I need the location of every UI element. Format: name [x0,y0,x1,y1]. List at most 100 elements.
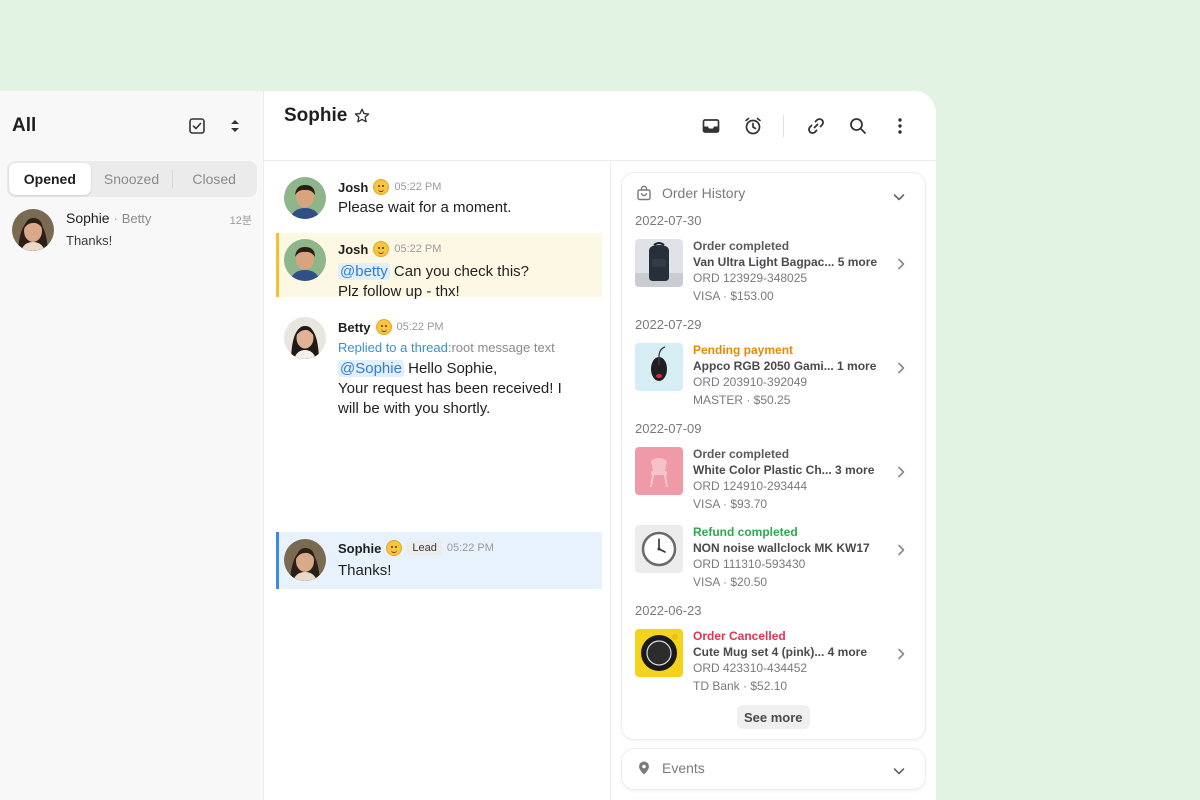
chevron-right-icon [895,361,907,380]
map-pin-icon [639,761,649,775]
thread-root-text: root message text [451,340,555,355]
card-title: Events [662,760,705,776]
product-thumbnail [635,629,683,677]
order-id: ORD 111310-593430 [693,557,806,571]
message-text: Thanks! [338,562,392,579]
order-status: Order Cancelled [693,629,786,643]
product-thumbnail [635,447,683,495]
message[interactable]: Betty 05:22 PM Replied to a thread:root … [276,311,602,423]
more-vertical-icon[interactable] [890,116,910,136]
events-header[interactable]: Events [636,760,705,776]
order-id: ORD 124910-293444 [693,479,808,493]
sort-icon[interactable] [225,116,245,136]
message-author: Josh [338,179,369,195]
conversation-area: Sophie Josh 05:22 PM Please wait for a m… [264,91,936,800]
message-line: Plz follow up - thx! [338,283,460,300]
order-item[interactable]: Order completed Van Ultra Light Bagpac..… [635,239,915,309]
smile-emoji-icon [386,540,403,556]
order-product: Van Ultra Light Bagpac... 5 more [693,255,878,269]
order-product: NON noise wallclock MK KW17 [693,541,870,555]
thread-reference[interactable]: Replied to a thread:root message text [338,338,562,358]
order-date: 2022-07-09 [635,421,702,436]
mention-tag[interactable]: @Sophie [338,360,404,377]
message-line: will be with you shortly. [338,400,491,417]
link-icon[interactable] [806,116,826,136]
order-payment: VISA · $20.50 [693,575,768,589]
message-author: Josh [338,241,369,257]
order-product: Appco RGB 2050 Gami... 1 more [693,359,877,373]
search-icon[interactable] [848,116,868,136]
order-item[interactable]: Pending payment Appco RGB 2050 Gami... 1… [635,343,915,413]
avatar [284,539,326,581]
message-text: @betty Can you check this? Plz follow up… [338,262,529,302]
avatar [284,317,326,359]
star-icon[interactable] [352,106,372,126]
status-tabs: Opened Snoozed Closed [7,161,257,197]
desk-window: All Opened Snoozed Closed Sophie · Betty… [0,91,936,800]
inbox-icon[interactable] [701,116,721,136]
checkbox-icon[interactable] [187,116,207,136]
order-date: 2022-07-30 [635,213,702,228]
order-history-card: Order History 2022-07-30 Order completed… [622,173,925,739]
events-card[interactable]: Events [622,749,925,789]
order-date: 2022-07-29 [635,317,702,332]
chevron-right-icon [895,465,907,484]
role-badge: Lead [407,541,442,555]
order-status: Order completed [693,239,790,253]
order-payment: VISA · $93.70 [693,497,768,511]
assignee-name: Betty [121,211,152,226]
chevron-down-icon[interactable] [889,761,909,781]
chat-list-panel: All Opened Snoozed Closed Sophie · Betty… [0,91,264,800]
product-thumbnail [635,343,683,391]
order-status: Order completed [693,447,790,461]
tab-opened[interactable]: Opened [9,163,91,195]
chat-title: Sophie · Betty [66,210,151,226]
message-time: 05:22 PM [394,243,442,255]
order-item[interactable]: Refund completed NON noise wallclock MK … [635,525,915,595]
message-time: 05:22 PM [394,181,442,193]
product-thumbnail [635,525,683,573]
conversation-title: Sophie [284,105,348,126]
order-product: Cute Mug set 4 (pink)... 4 more [693,645,868,659]
header-divider [783,115,784,137]
list-item[interactable]: Sophie · Betty 12분 Thanks! [0,206,264,258]
message[interactable]: Josh 05:22 PM @betty Can you check this?… [276,233,602,300]
thread-reply-link[interactable]: Replied to a thread: [338,340,451,355]
tab-snoozed[interactable]: Snoozed [91,163,173,195]
avatar [284,177,326,219]
message[interactable]: Josh 05:22 PM Please wait for a moment. [276,171,602,223]
order-product: White Color Plastic Ch... 3 more [693,463,875,477]
message-text: Please wait for a moment. [338,199,512,216]
message[interactable]: Sophie Lead 05:22 PM Thanks! [276,532,602,589]
alarm-icon[interactable] [743,116,763,136]
order-status: Refund completed [693,525,798,539]
chevron-right-icon [895,543,907,562]
mention-tag[interactable]: @betty [338,263,390,280]
product-thumbnail [635,239,683,287]
message-time: 05:22 PM [396,321,444,333]
order-payment: TD Bank · $52.10 [693,679,788,693]
customer-info-panel: Order History 2022-07-30 Order completed… [611,161,936,800]
order-history-header[interactable]: Order History [636,185,745,201]
chevron-right-icon [895,257,907,276]
smile-emoji-icon [373,179,390,195]
smile-emoji-icon [373,241,390,257]
order-date: 2022-06-23 [635,603,702,618]
see-more-button[interactable]: See more [737,705,810,729]
message-text: Replied to a thread:root message text @S… [338,338,562,419]
order-payment: MASTER · $50.25 [693,393,791,407]
order-id: ORD 423310-434452 [693,661,808,675]
order-item[interactable]: Order completed White Color Plastic Ch..… [635,447,915,517]
tab-closed[interactable]: Closed [173,163,255,195]
order-item[interactable]: Order Cancelled Cute Mug set 4 (pink)...… [635,629,915,699]
message-line: Your request has been received! I [338,380,562,397]
message-author: Sophie [338,540,382,556]
order-payment: VISA · $153.00 [693,289,774,303]
chat-preview: Thanks! [66,233,113,248]
conversation-header: Sophie [264,91,936,161]
chevron-down-icon[interactable] [889,187,909,207]
order-id: ORD 123929-348025 [693,271,808,285]
chevron-right-icon [895,647,907,666]
order-status: Pending payment [693,343,794,357]
order-id: ORD 203910-392049 [693,375,808,389]
